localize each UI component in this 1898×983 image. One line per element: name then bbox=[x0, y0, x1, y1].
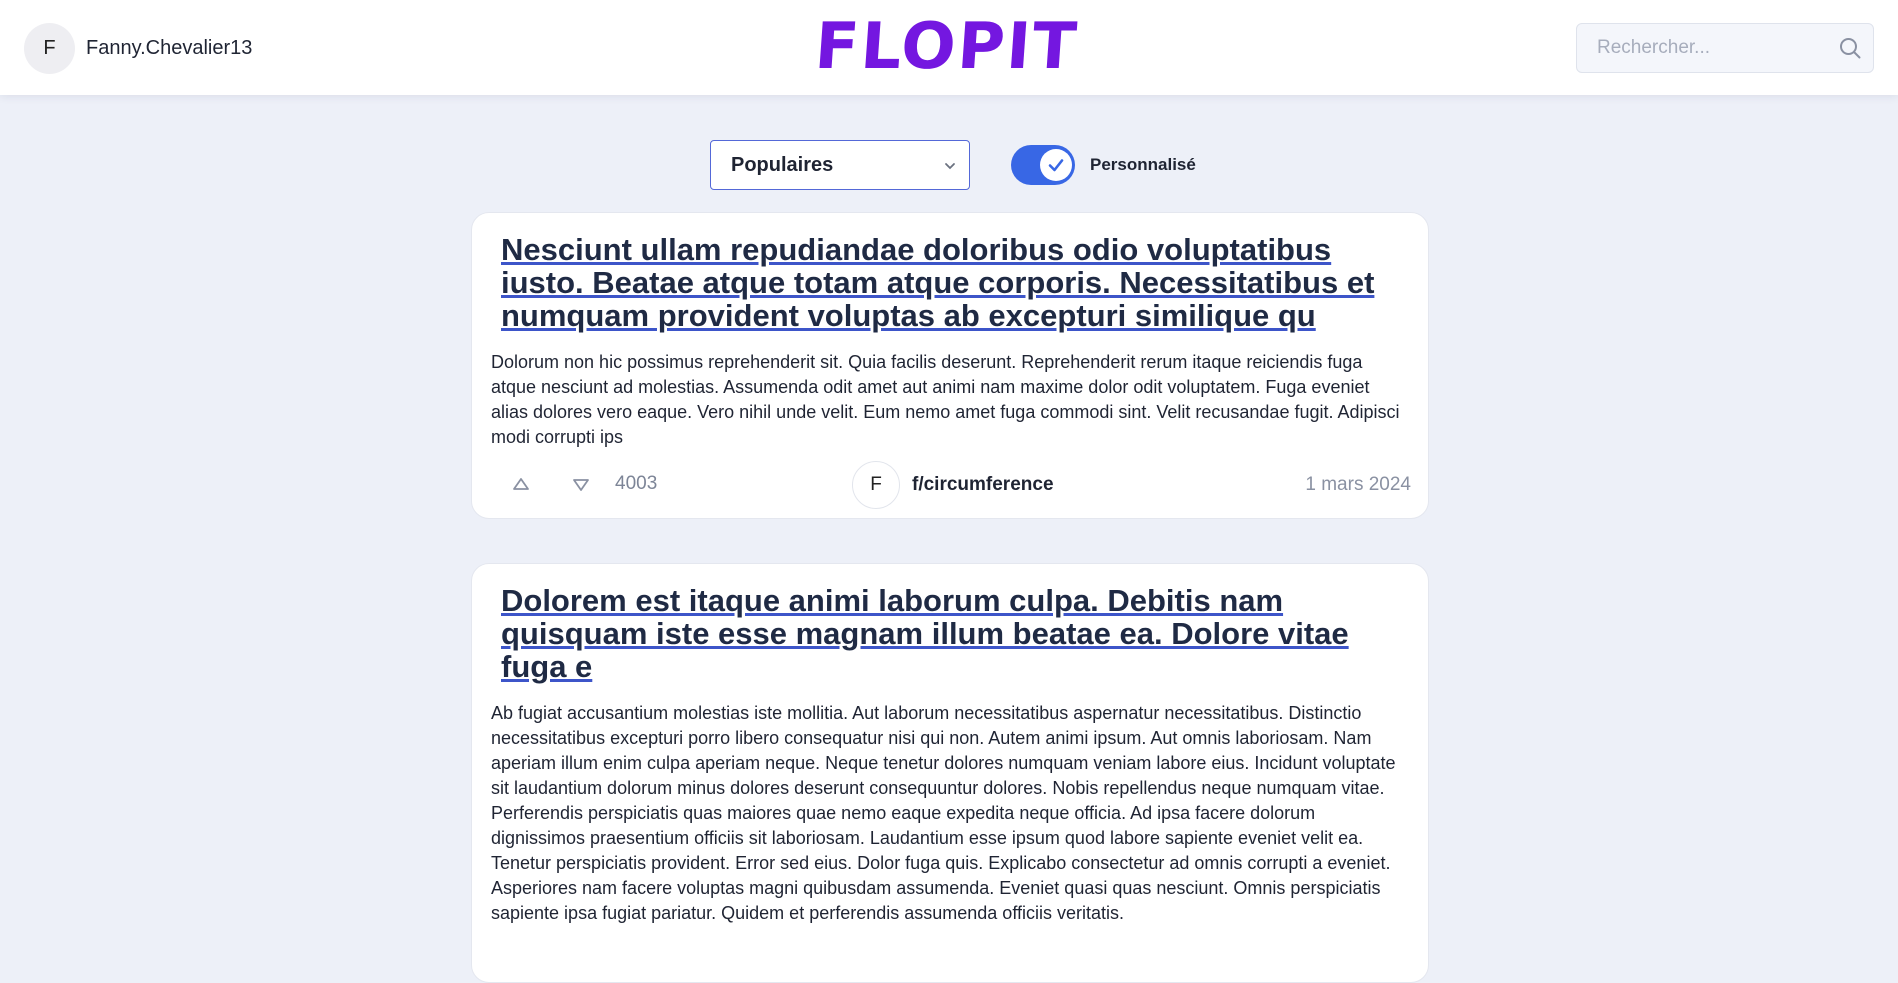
post-title[interactable]: Dolorem est itaque animi laborum culpa. … bbox=[501, 584, 1411, 683]
search-input[interactable] bbox=[1577, 24, 1827, 72]
logo-text: FLOPIT bbox=[812, 12, 1080, 82]
top-bar: F Fanny.Chevalier13 FLOPIT bbox=[0, 0, 1898, 95]
sort-select[interactable]: Populaires bbox=[710, 140, 970, 190]
post-card: Dolorem est itaque animi laborum culpa. … bbox=[471, 563, 1429, 983]
personalized-label: Personnalisé bbox=[1090, 155, 1196, 174]
post-card: Nesciunt ullam repudiandae doloribus odi… bbox=[471, 212, 1429, 519]
avatar[interactable]: F bbox=[24, 22, 75, 74]
avatar-initial: F bbox=[43, 36, 56, 59]
post-date: 1 mars 2024 bbox=[1305, 474, 1411, 495]
community-initial: F bbox=[870, 474, 882, 495]
search-icon[interactable] bbox=[1839, 37, 1861, 59]
flopit-logo[interactable]: FLOPIT bbox=[797, 12, 1101, 82]
feed-controls: Populaires Personnalisé bbox=[710, 140, 1196, 190]
user-profile[interactable]: F Fanny.Chevalier13 bbox=[24, 22, 252, 74]
community-avatar[interactable]: F bbox=[852, 461, 900, 509]
chevron-down-icon bbox=[945, 163, 955, 170]
personalized-toggle[interactable] bbox=[1011, 145, 1075, 185]
check-icon bbox=[1048, 159, 1064, 172]
vote-score: 4003 bbox=[615, 473, 658, 494]
upvote-icon[interactable] bbox=[511, 476, 531, 492]
username[interactable]: Fanny.Chevalier13 bbox=[86, 37, 252, 60]
community-name[interactable]: f/circumference bbox=[912, 474, 1054, 496]
post-body: Ab fugiat accusantium molestias iste mol… bbox=[491, 703, 1396, 923]
search-box[interactable] bbox=[1576, 23, 1874, 73]
downvote-icon[interactable] bbox=[571, 477, 591, 493]
community-link[interactable]: F f/circumference bbox=[852, 460, 1054, 510]
toggle-knob bbox=[1040, 149, 1072, 181]
post-body: Dolorum non hic possimus reprehenderit s… bbox=[491, 352, 1400, 447]
sort-select-value: Populaires bbox=[731, 153, 834, 176]
post-footer: 4003 F f/circumference 1 mars 2024 bbox=[491, 460, 1411, 510]
post-title[interactable]: Nesciunt ullam repudiandae doloribus odi… bbox=[501, 233, 1411, 332]
